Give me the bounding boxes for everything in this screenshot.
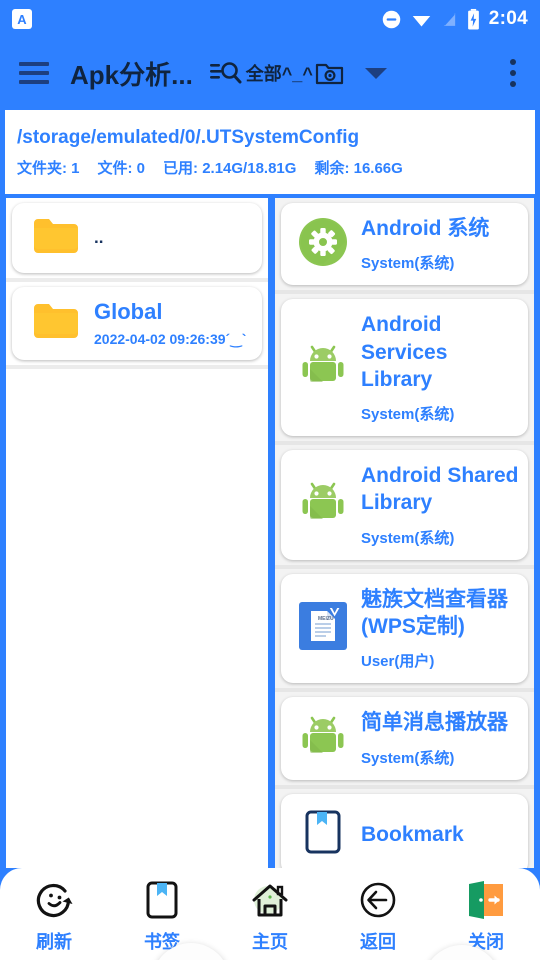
app-notification-letter: A (17, 11, 27, 27)
android-robot-icon (297, 339, 349, 396)
home-icon (252, 884, 288, 917)
list-item-text: Android Shared Library System(系统) (361, 462, 520, 548)
list-item[interactable]: Android Shared Library System(系统) (281, 450, 528, 560)
folder-icon (32, 301, 80, 346)
list-item-text: Global 2022-04-02 09:26:39´‿` (94, 299, 252, 348)
nav-item-refresh[interactable]: 刷新 (0, 878, 108, 954)
wps-document-icon: MEIZU (297, 600, 349, 657)
page-title: Apk分析... (70, 59, 193, 90)
app-type: System(系统) (361, 749, 455, 767)
nav-item-bookmark[interactable]: 书签 (108, 878, 216, 954)
list-item[interactable]: Android 系统 System(系统) (281, 203, 528, 286)
hamburger-icon[interactable] (10, 49, 58, 97)
app-name: Android Shared Library (361, 464, 519, 515)
nav-item-back[interactable]: 返回 (324, 878, 432, 954)
status-bar-clock: 2:04 (488, 8, 528, 29)
folder-icon (32, 216, 80, 261)
list-item-text: 魅族文档查看器(WPS定制) User(用户) (361, 586, 520, 672)
app-name: Bookmark (361, 822, 464, 846)
svg-text:MEIZU: MEIZU (318, 616, 334, 622)
nav-label-home: 主页 (252, 932, 288, 952)
current-path: /storage/emulated/0/.UTSystemConfig (17, 126, 360, 148)
list-separator (275, 784, 534, 789)
app-type: System(系统) (361, 529, 455, 547)
stat-folders: 文件夹: 1 (17, 159, 80, 177)
list-item[interactable]: Bookmark (281, 793, 528, 868)
battery-charging-icon (467, 8, 479, 29)
app-root: A 2:04 Apk分析... 全部^_^ /storage/emulated/… (0, 0, 540, 960)
list-item[interactable]: Global 2022-04-02 09:26:39´‿` (12, 287, 262, 361)
refresh-smiley-icon (36, 883, 73, 918)
filter-control[interactable]: 全部^_^ (209, 58, 345, 88)
content-panes: .. Global 2022-04-02 09:26:39´‿` Android… (0, 196, 540, 960)
nav-label-back: 返回 (360, 932, 396, 952)
overflow-menu-icon[interactable] (496, 49, 530, 97)
app-name: 简单消息播放器 (361, 711, 508, 735)
android-robot-icon (297, 476, 349, 533)
folder-timestamp: 2022-04-02 09:26:39´‿` (94, 331, 247, 348)
folder-name: Global (94, 299, 163, 324)
app-name: Android Services Library (361, 313, 448, 391)
list-separator (6, 365, 268, 370)
app-toolbar: Apk分析... 全部^_^ (0, 38, 540, 108)
app-type: System(系统) (361, 255, 455, 273)
filter-label: 全部^_^ (245, 64, 313, 84)
folder-settings-icon (315, 63, 343, 85)
app-name: 魅族文档查看器(WPS定制) (361, 587, 508, 639)
list-item[interactable]: .. (12, 203, 262, 273)
list-item-text: Android Services Library System(系统) (361, 311, 520, 424)
nav-label-refresh: 刷新 (36, 932, 72, 952)
app-notification-icon: A (12, 9, 32, 29)
nav-item-home[interactable]: 主页 (216, 878, 324, 954)
list-separator (275, 688, 534, 693)
folder-name: .. (94, 228, 104, 248)
android-settings-icon (297, 216, 349, 273)
nav-item-close[interactable]: 关闭 (432, 878, 540, 954)
signal-icon (443, 12, 455, 26)
status-bar: A 2:04 (0, 0, 540, 38)
chevron-down-icon[interactable] (364, 67, 387, 79)
app-list-pane[interactable]: Android 系统 System(系统) Android Services L… (275, 198, 537, 868)
stat-files: 文件: 0 (97, 159, 146, 177)
list-item[interactable]: MEIZU 魅族文档查看器(WPS定制) User(用户) (281, 573, 528, 684)
bookmark-icon (146, 881, 178, 919)
list-item[interactable]: Android Services Library System(系统) (281, 299, 528, 437)
bookmark-app-icon (297, 806, 349, 863)
back-arrow-icon (360, 882, 396, 918)
android-robot-icon (297, 710, 349, 767)
list-separator (6, 278, 268, 282)
storage-stats: 文件夹: 1 文件: 0 已用: 2.14G/18.81G 剩余: 16.66G (17, 157, 523, 178)
list-separator (275, 441, 534, 446)
list-item-text: .. (94, 228, 252, 248)
file-list-pane[interactable]: .. Global 2022-04-02 09:26:39´‿` (3, 198, 271, 868)
status-bar-icons (381, 8, 481, 31)
list-item-text: Bookmark (361, 821, 520, 848)
list-separator (275, 290, 534, 295)
app-type: System(系统) (361, 406, 455, 424)
list-item-text: Android 系统 System(系统) (361, 215, 520, 273)
list-item-text: 简单消息播放器 System(系统) (361, 709, 520, 767)
list-item[interactable]: 简单消息播放器 System(系统) (281, 697, 528, 780)
list-separator (275, 564, 534, 569)
stat-used: 已用: 2.14G/18.81G (163, 159, 297, 177)
app-name: Android 系统 (361, 217, 490, 240)
exit-door-icon (469, 881, 503, 919)
stat-free: 剩余: 16.66G (314, 159, 403, 177)
app-type: User(用户) (361, 653, 435, 671)
dnd-icon (382, 10, 401, 28)
wifi-icon (412, 15, 431, 26)
path-header[interactable]: /storage/emulated/0/.UTSystemConfig 文件夹:… (3, 108, 537, 196)
filter-search-icon (209, 62, 242, 84)
